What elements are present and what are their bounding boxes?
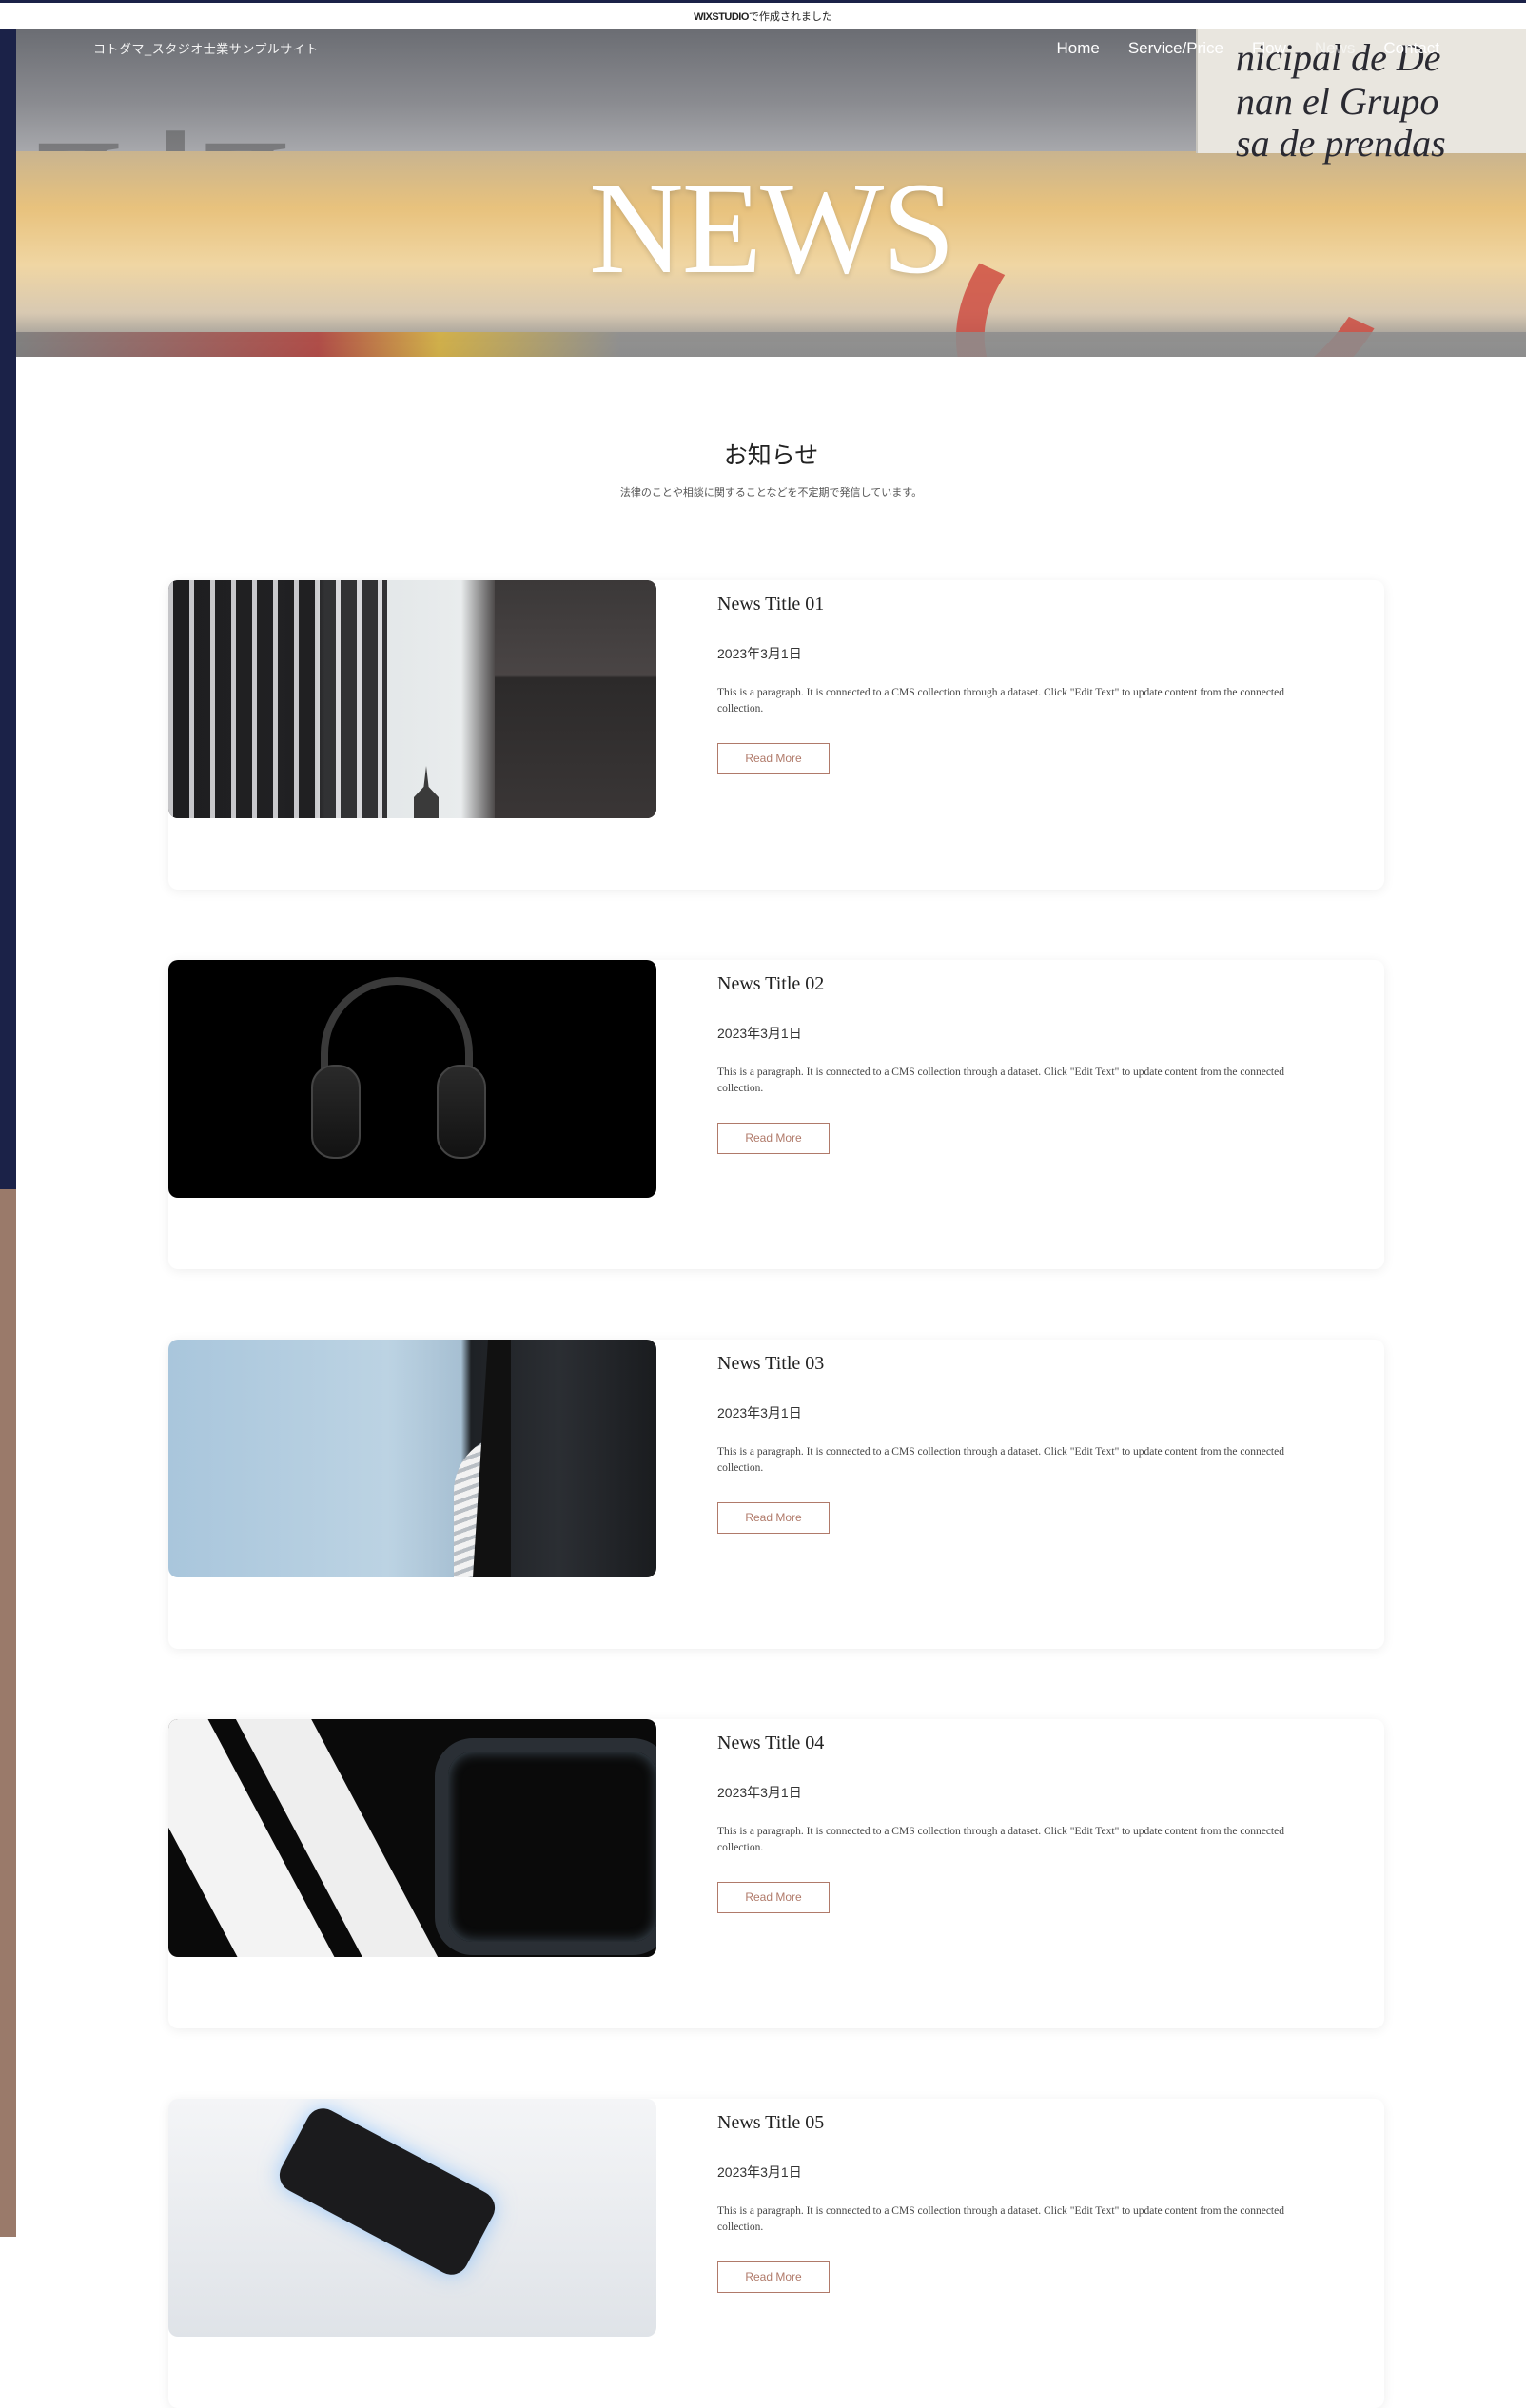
nav-news[interactable]: News <box>1301 38 1370 59</box>
news-date: 2023年3月1日 <box>717 1026 802 1041</box>
section-title: お知らせ <box>723 443 819 469</box>
news-date: 2023年3月1日 <box>717 2164 802 2180</box>
news-image-smartphone[interactable] <box>168 2099 656 2337</box>
news-date: 2023年3月1日 <box>717 1785 802 1800</box>
headphone-cup-left <box>311 1065 361 1159</box>
hero-paper-line-2: nan el Grupo <box>1236 80 1439 123</box>
news-title[interactable]: News Title 03 <box>717 1353 824 1375</box>
read-more-button[interactable]: Read More <box>717 1123 830 1154</box>
news-image-abstract-stripes[interactable] <box>168 1719 656 1957</box>
news-card: News Title 02 2023年3月1日 This is a paragr… <box>168 960 1384 1269</box>
glowing-frame <box>435 1738 656 1955</box>
news-description: This is a paragraph. It is connected to … <box>717 2205 1284 2233</box>
section-subtitle: 法律のことや相談に関することなどを不定期で発信しています。 <box>619 487 923 499</box>
news-date: 2023年3月1日 <box>717 646 802 661</box>
site-name[interactable]: コトダマ_スタジオ士業サンプルサイト <box>93 39 319 57</box>
headphone-cup-right <box>437 1065 486 1159</box>
nav-home[interactable]: Home <box>1042 38 1113 59</box>
news-card: News Title 03 2023年3月1日 This is a paragr… <box>168 1340 1384 1649</box>
news-card: News Title 04 2023年3月1日 This is a paragr… <box>168 1719 1384 2028</box>
site-header: コトダマ_スタジオ士業サンプルサイト Home Service/Price Fl… <box>16 29 1526 68</box>
news-card: News Title 01 2023年3月1日 This is a paragr… <box>168 580 1384 890</box>
hero-banner: Ǝ⅃Ǝ nicipal de De nan el Grupo sa de pre… <box>16 29 1526 357</box>
read-more-button[interactable]: Read More <box>717 1882 830 1913</box>
wix-banner-text: で作成されました <box>748 11 832 23</box>
news-description: This is a paragraph. It is connected to … <box>717 1826 1284 1853</box>
news-title[interactable]: News Title 01 <box>717 594 824 616</box>
left-brown-strip <box>0 1189 16 2237</box>
hero-paper-line-3: sa de prendas <box>1236 122 1446 165</box>
smartphone <box>273 2102 501 2281</box>
news-description: This is a paragraph. It is connected to … <box>717 687 1284 715</box>
read-more-button[interactable]: Read More <box>717 1502 830 1534</box>
news-card: News Title 05 2023年3月1日 This is a paragr… <box>168 2099 1384 2408</box>
news-title[interactable]: News Title 05 <box>717 2112 824 2134</box>
hero-title: NEWS <box>589 155 955 301</box>
left-navy-strip <box>0 0 16 1189</box>
news-description: This is a paragraph. It is connected to … <box>717 1067 1284 1094</box>
building-facade <box>168 580 387 818</box>
read-more-button[interactable]: Read More <box>717 2261 830 2293</box>
nav-service-price[interactable]: Service/Price <box>1114 38 1238 59</box>
news-image-architecture[interactable] <box>168 1340 656 1577</box>
news-image-headphones[interactable] <box>168 960 656 1198</box>
news-description: This is a paragraph. It is connected to … <box>717 1446 1284 1474</box>
nav-contact[interactable]: Contact <box>1369 38 1454 59</box>
distant-spire <box>414 766 439 818</box>
hero-bottom-stripe <box>16 332 1526 357</box>
read-more-button[interactable]: Read More <box>717 743 830 774</box>
news-image-building[interactable] <box>168 580 656 818</box>
news-date: 2023年3月1日 <box>717 1405 802 1420</box>
news-title[interactable]: News Title 02 <box>717 973 824 995</box>
nav-flow[interactable]: Flow <box>1238 38 1301 59</box>
page: Ǝ⅃Ǝ nicipal de De nan el Grupo sa de pre… <box>16 29 1526 2408</box>
main-nav: Home Service/Price Flow News Contact <box>1042 38 1454 59</box>
news-title[interactable]: News Title 04 <box>717 1733 824 1754</box>
wix-banner-brand: WIXSTUDIO <box>694 11 749 23</box>
wix-banner[interactable]: WIXSTUDIOで作成されました <box>0 0 1526 29</box>
building-block <box>495 580 656 818</box>
